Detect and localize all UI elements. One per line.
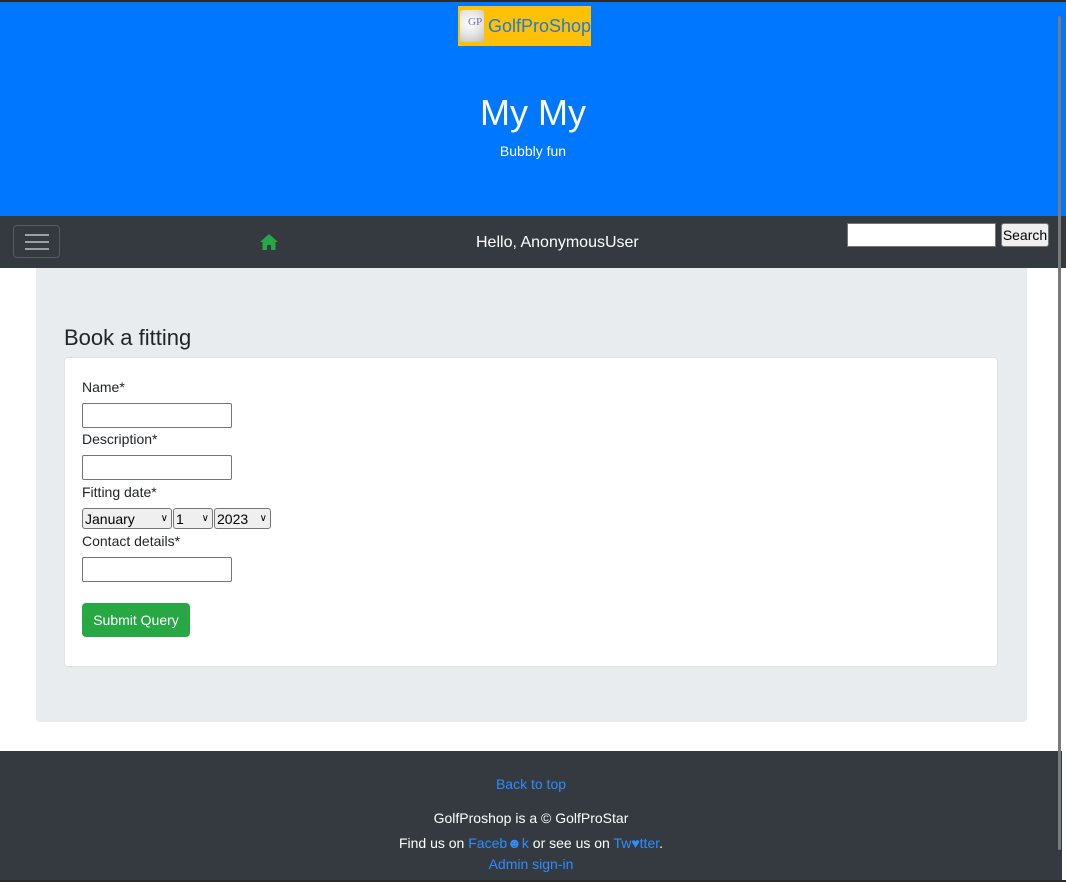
chevron-down-icon: ∨ — [160, 513, 168, 524]
jumbotron-header: GP GolfProShop My My Bubbly fun — [0, 2, 1066, 216]
copyright-text: GolfProshop is a © GolfProStar — [433, 810, 629, 826]
description-field[interactable] — [82, 455, 232, 480]
fitting-form-card: Name* Description* Fitting date* January… — [64, 357, 998, 667]
facebook-link[interactable]: Faceb☻k — [468, 835, 529, 851]
contact-details-field[interactable] — [82, 557, 232, 582]
form-title: Book a fitting — [64, 325, 192, 350]
top-navbar: Hello, AnonymousUser Search — [0, 216, 1066, 268]
scrollbar[interactable] — [1058, 16, 1061, 850]
chevron-down-icon: ∨ — [201, 513, 209, 524]
admin-sign-in-link[interactable]: Admin sign-in — [489, 856, 574, 872]
fitting-date-label: Fitting date* — [82, 484, 157, 500]
hamburger-icon — [24, 233, 49, 236]
page-subtitle: Bubbly fun — [499, 143, 567, 159]
name-label: Name* — [82, 379, 125, 395]
search-button[interactable]: Search — [1001, 223, 1049, 247]
month-select[interactable]: January ∨ — [82, 508, 172, 529]
site-logo[interactable]: GP GolfProShop — [458, 6, 591, 46]
golf-ball-logo-icon: GP — [460, 10, 484, 42]
page-title: My My — [480, 92, 586, 133]
search-input[interactable] — [847, 223, 996, 247]
home-icon[interactable] — [259, 233, 279, 251]
day-select[interactable]: 1 ∨ — [173, 508, 213, 529]
menu-toggle-button[interactable] — [13, 225, 60, 258]
description-label: Description* — [82, 431, 158, 447]
back-to-top-link[interactable]: Back to top — [496, 776, 566, 792]
twitter-link[interactable]: Tw♥tter — [613, 835, 659, 851]
page-footer: Back to top GolfProshop is a © GolfProSt… — [0, 751, 1062, 880]
chevron-down-icon: ∨ — [259, 513, 267, 524]
contact-details-label: Contact details* — [82, 533, 181, 549]
user-greeting: Hello, AnonymousUser — [476, 234, 639, 251]
main-content-panel: Book a fitting Name* Description* Fittin… — [36, 268, 1027, 722]
social-links-line: Find us on Faceb☻k or see us on Tw♥tter. — [398, 835, 664, 851]
name-field[interactable] — [82, 403, 232, 428]
year-select[interactable]: 2023 ∨ — [214, 508, 271, 529]
logo-text: GolfProShop — [487, 15, 591, 36]
submit-query-button[interactable]: Submit Query — [82, 603, 190, 637]
